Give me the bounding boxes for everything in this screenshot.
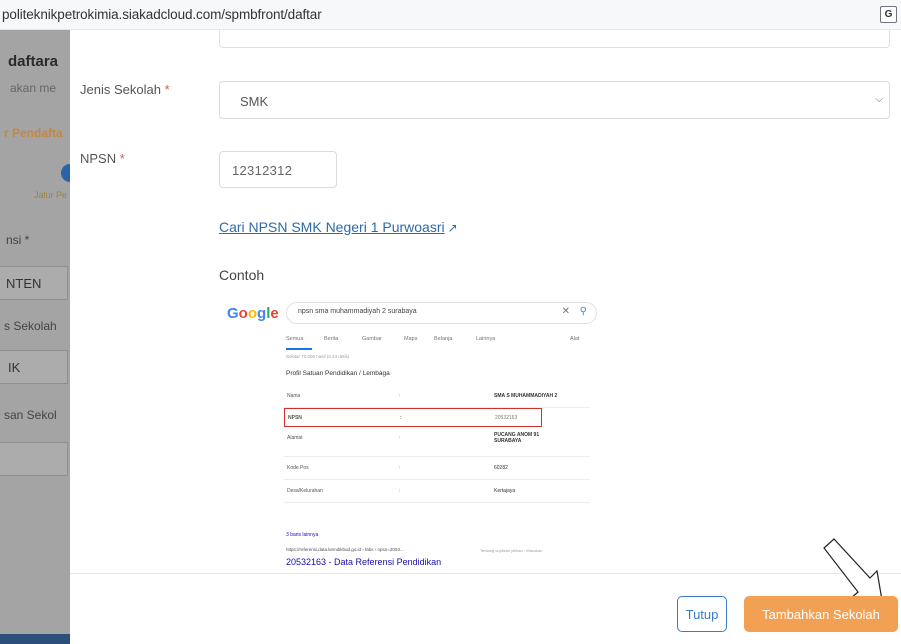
contoh-label: Contoh [219,267,265,283]
previous-field[interactable] [219,30,890,48]
bg-origin-field [0,442,68,476]
required-mark: * [164,82,170,97]
table-row-highlighted: NPSN:20532163 [284,408,542,427]
example-tab: Gambar [362,336,382,342]
url-text[interactable]: politeknikpetrokimia.siakadcloud.com/spm… [2,7,322,22]
bg-subtitle: akan me [10,81,57,95]
example-tabs: Semua Berita Gambar Maps Belanja Lainnya… [286,336,597,348]
close-icon: ✕ [561,306,570,317]
example-profile-title: Profil Satuan Pendidikan / Lembaga [286,370,390,377]
bg-title: daftara [8,53,59,70]
npsn-input[interactable]: 12312312 [219,151,337,188]
example-tab: Semua [286,336,304,342]
example-stats: Sekitar 70.000 hasil (0,43 detik) [286,354,350,359]
jenis-sekolah-select[interactable]: SMK ⌵ [219,81,890,119]
example-active-tab-indicator [286,348,312,350]
example-tab: Alat [570,336,580,342]
table-row: Desa/Kelurahan: Kertajaya [284,480,590,503]
example-screenshot: Google npsn sma muhammadiyah 2 surabaya … [220,295,600,567]
search-icon: ⚲ [579,306,587,317]
chevron-down-icon: ⌵ [875,94,883,105]
translate-icon[interactable]: G [880,6,897,23]
example-table: Nama: SMA S MUHAMMADIYAH 2 NPSN:20532163 … [284,385,590,503]
example-tab: Lainnya [476,336,496,342]
add-school-modal: Jenis Sekolah * SMK ⌵ NPSN * 12312312 Ca… [70,30,901,644]
tutup-button[interactable]: Tutup [677,596,727,632]
modal-footer-divider [70,573,901,574]
bg-footer-bar [0,634,70,644]
example-tab: Maps [404,336,418,342]
bg-school-type-label: s Sekolah [4,319,57,333]
bg-regency-value: NTEN [6,276,42,291]
bg-province-label: nsi * [6,233,30,247]
example-footer-text: Tentang cuplikan pilihan · Masukan [480,548,543,553]
example-tab: Berita [324,336,339,342]
bg-school-type-value: IK [8,360,21,375]
jenis-sekolah-value: SMK [240,94,269,109]
address-bar[interactable]: politeknikpetrokimia.siakadcloud.com/spm… [0,0,901,30]
table-row: Alamat: PUCANG ANOM 91 SURABAYA [284,427,590,457]
bg-step-icon [61,164,70,182]
background-form: daftara akan me r Pendafta Jalur Pe nsi … [0,30,70,644]
google-logo: Google [227,305,279,322]
npsn-value: 12312312 [232,163,293,178]
bg-section: r Pendafta [4,126,63,140]
external-link-icon: ↗ [447,221,458,235]
table-row: Nama: SMA S MUHAMMADIYAH 2 [284,385,590,408]
required-mark: * [119,151,125,166]
tambahkan-sekolah-button[interactable]: Tambahkan Sekolah [744,596,898,632]
example-query: npsn sma muhammadiyah 2 surabaya [298,308,417,315]
bg-step-label: Jalur Pe [34,190,68,200]
bg-origin-label: san Sekol [4,408,57,422]
example-search-box: npsn sma muhammadiyah 2 surabaya ✕ ⚲ [286,302,597,324]
example-tab: Belanja [434,336,453,342]
cari-npsn-link[interactable]: Cari NPSN SMK Negeri 1 Purwoasri ↗ [219,219,458,235]
npsn-label: NPSN * [80,151,125,166]
example-result-title: 20532163 - Data Referensi Pendidikan [286,557,442,567]
jenis-sekolah-label: Jenis Sekolah * [80,82,170,97]
example-more-rows: 3 baris lainnya [286,532,319,538]
table-row: Kode Pos:60282 [284,457,590,480]
example-result-url: https://referensi.data.kemdikbud.go.id ›… [286,547,404,552]
